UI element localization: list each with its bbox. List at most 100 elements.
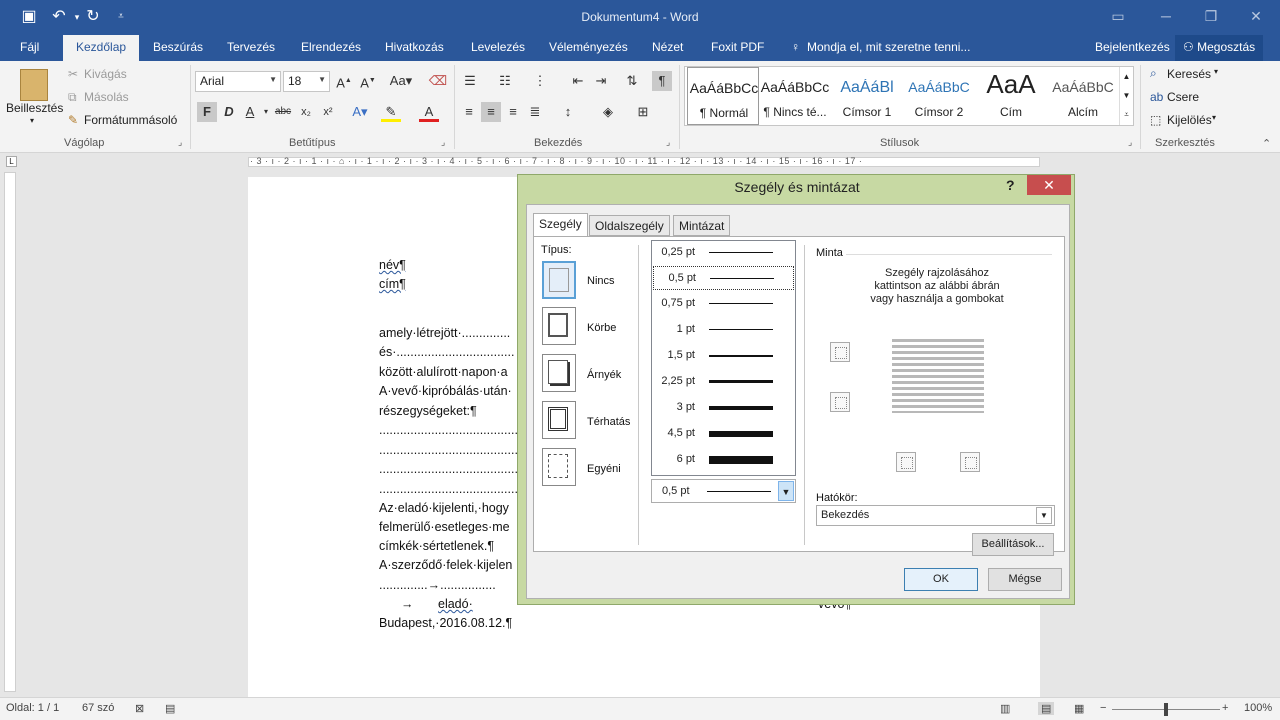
width-option[interactable]: 1 pt <box>653 318 794 342</box>
width-option[interactable]: 4,5 pt <box>653 422 794 446</box>
tab-layout[interactable]: Elrendezés <box>299 35 363 61</box>
clear-formatting-icon[interactable]: ⌫ <box>428 71 448 91</box>
multilevel-list-icon[interactable]: ⋮ <box>530 71 550 91</box>
vertical-ruler[interactable] <box>4 172 16 692</box>
paste-dropdown-icon[interactable]: ▾ <box>30 116 34 125</box>
type-custom-label[interactable]: Egyéni <box>587 463 621 475</box>
borders-icon[interactable]: ⊞ <box>633 102 653 122</box>
style-normal[interactable]: AaÁáBbCc ¶ Normál <box>687 67 759 125</box>
paste-icon[interactable] <box>20 69 48 101</box>
maximize-icon[interactable]: ❐ <box>1196 4 1226 28</box>
italic-button[interactable]: D <box>219 102 239 122</box>
type-3d-button[interactable] <box>542 401 576 439</box>
style-no-spacing[interactable]: AaÁáBbCc ¶ Nincs té... <box>759 67 831 125</box>
tell-me-input[interactable]: Mondja el, mit szeretne tenni... <box>805 35 972 61</box>
top-border-button[interactable] <box>830 342 850 362</box>
width-combo[interactable]: 0,5 pt ▼ <box>651 479 796 503</box>
tab-insert[interactable]: Beszúrás <box>151 35 205 61</box>
align-center-icon[interactable]: ≡ <box>481 102 501 122</box>
paste-button[interactable]: Beillesztés <box>6 101 63 115</box>
superscript-icon[interactable]: x² <box>318 102 338 122</box>
ok-button[interactable]: OK <box>904 568 978 591</box>
signin-link[interactable]: Bejelentkezés <box>1093 35 1172 61</box>
align-left-icon[interactable]: ≡ <box>459 102 479 122</box>
format-painter-button[interactable]: Formátummásoló <box>84 113 177 127</box>
grow-font-icon[interactable]: A▲ <box>334 71 354 91</box>
font-launcher-icon[interactable]: ⌟ <box>441 137 445 148</box>
tab-mailings[interactable]: Levelezés <box>469 35 527 61</box>
width-option[interactable]: 0,25 pt <box>653 241 794 265</box>
shrink-font-icon[interactable]: A▼ <box>358 71 378 91</box>
style-heading-2[interactable]: AaÁáBbC Címsor 2 <box>903 67 975 125</box>
minimize-icon[interactable]: ─ <box>1151 4 1181 28</box>
increase-indent-icon[interactable]: ⇥ <box>591 71 611 91</box>
bottom-border-button[interactable] <box>830 392 850 412</box>
paragraph-launcher-icon[interactable]: ⌟ <box>666 137 670 148</box>
sort-icon[interactable]: ⇅ <box>622 71 642 91</box>
share-button[interactable]: ⚇ Megosztás <box>1175 35 1264 61</box>
cut-icon[interactable]: ✂ <box>68 67 78 81</box>
styles-launcher-icon[interactable]: ⌟ <box>1128 137 1132 148</box>
right-border-button[interactable] <box>960 452 980 472</box>
tab-references[interactable]: Hivatkozás <box>383 35 446 61</box>
tab-shading[interactable]: Mintázat <box>673 215 731 236</box>
chevron-down-icon[interactable]: ▼ <box>778 481 794 501</box>
type-box-button[interactable] <box>542 307 576 345</box>
style-title[interactable]: AaA Cím <box>975 67 1047 125</box>
type-shadow-button[interactable] <box>542 354 576 392</box>
tell-me-icon[interactable]: ♀ <box>789 35 802 61</box>
type-custom-button[interactable] <box>542 448 576 486</box>
find-dropdown-icon[interactable]: ▾ <box>1214 67 1218 76</box>
preview-area[interactable] <box>884 329 994 419</box>
type-none-label[interactable]: Nincs <box>587 275 615 287</box>
highlight-icon[interactable]: ✎ <box>381 102 401 122</box>
font-color-icon[interactable]: A <box>419 102 439 122</box>
select-icon[interactable]: ⬚ <box>1150 113 1161 127</box>
subscript-icon[interactable]: x₂ <box>296 102 316 122</box>
decrease-indent-icon[interactable]: ⇤ <box>568 71 588 91</box>
clipboard-launcher-icon[interactable]: ⌟ <box>178 137 182 148</box>
options-button[interactable]: Beállítások... <box>972 533 1054 556</box>
cut-button[interactable]: Kivágás <box>84 67 127 81</box>
change-case-icon[interactable]: Aa▾ <box>386 71 416 91</box>
find-button[interactable]: Keresés <box>1167 67 1211 81</box>
print-layout-icon[interactable]: ▤ <box>1038 702 1055 715</box>
type-3d-label[interactable]: Térhatás <box>587 416 630 428</box>
bullets-icon[interactable]: ☰ <box>460 71 480 91</box>
tab-review[interactable]: Véleményezés <box>547 35 630 61</box>
line-spacing-icon[interactable]: ↕ <box>558 102 578 122</box>
styles-scroll[interactable]: ▲ ▼ ⩡ <box>1119 67 1133 125</box>
left-border-button[interactable] <box>896 452 916 472</box>
zoom-in-icon[interactable]: + <box>1222 702 1228 714</box>
tab-design[interactable]: Tervezés <box>225 35 277 61</box>
tab-home[interactable]: Kezdőlap <box>63 35 140 61</box>
read-mode-icon[interactable]: ▥ <box>1000 702 1010 715</box>
format-painter-icon[interactable]: ✎ <box>68 113 78 127</box>
tab-borders[interactable]: Szegély <box>533 213 588 237</box>
width-option[interactable]: 0,75 pt <box>653 292 794 316</box>
width-option[interactable]: 1,5 pt <box>653 344 794 368</box>
horizontal-ruler[interactable]: L · 3 · ı · 2 · ı · 1 · ı · ⌂ · ı · 1 · … <box>0 153 1280 170</box>
type-shadow-label[interactable]: Árnyék <box>587 369 621 381</box>
tab-selector-icon[interactable]: L <box>6 156 17 167</box>
align-right-icon[interactable]: ≡ <box>503 102 523 122</box>
help-button[interactable]: ? <box>1006 177 1015 193</box>
close-window-icon[interactable]: ✕ <box>1241 4 1271 28</box>
shading-icon[interactable]: ◈ <box>598 102 618 122</box>
font-size-combo[interactable]: 18 ▼ <box>283 71 330 92</box>
justify-icon[interactable]: ≣ <box>525 102 545 122</box>
tab-foxit-pdf[interactable]: Foxit PDF <box>709 35 766 61</box>
page-count[interactable]: Oldal: 1 / 1 <box>6 702 59 714</box>
web-layout-icon[interactable]: ▦ <box>1074 702 1084 715</box>
tab-file[interactable]: Fájl <box>18 35 41 61</box>
replace-icon[interactable]: ab <box>1150 90 1163 104</box>
search-icon[interactable]: ⌕ <box>1150 66 1157 81</box>
zoom-slider-thumb[interactable] <box>1164 703 1168 716</box>
width-option[interactable]: 6 pt <box>653 448 794 472</box>
style-subtitle[interactable]: AaÁáBbC Alcím <box>1047 67 1119 125</box>
width-dropdown-list[interactable]: 0,25 pt 0,5 pt 0,75 pt 1 pt 1,5 pt 2,25 … <box>651 240 796 476</box>
width-option[interactable]: 2,25 pt <box>653 370 794 394</box>
zoom-level[interactable]: 100% <box>1244 702 1272 714</box>
tab-view[interactable]: Nézet <box>650 35 685 61</box>
macro-icon[interactable]: ▤ <box>165 702 175 715</box>
